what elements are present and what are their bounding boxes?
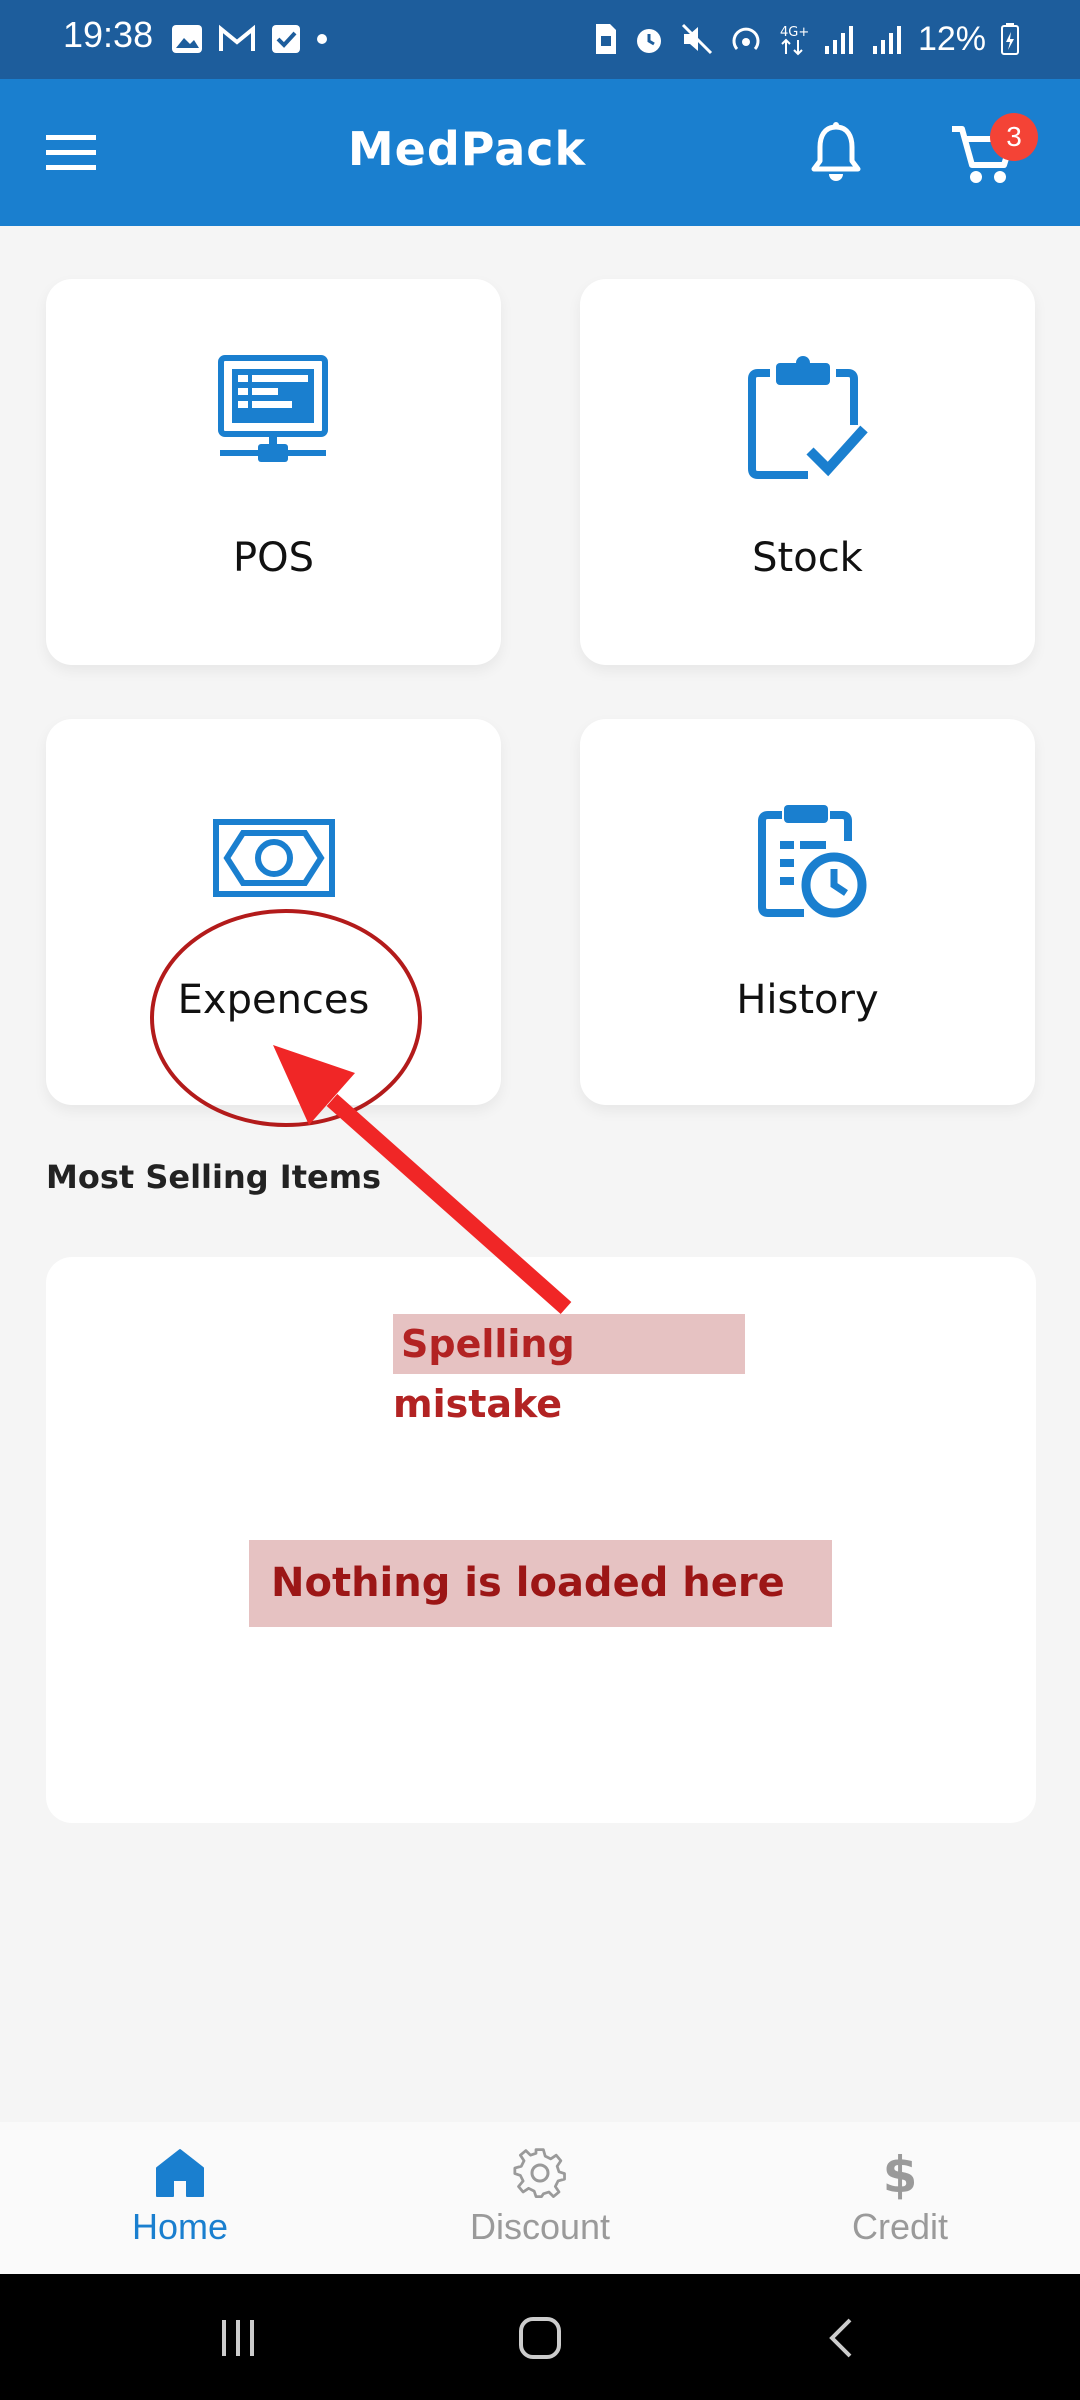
battery-icon <box>1001 23 1019 55</box>
tile-pos-label: POS <box>233 535 314 581</box>
clipboard-clock-icon <box>758 805 867 918</box>
bell-icon[interactable] <box>810 121 862 183</box>
bottom-nav: Home Discount $ Credit <box>0 2122 1080 2274</box>
gmail-icon <box>219 24 255 51</box>
hotspot-icon <box>732 27 760 50</box>
tile-history[interactable]: History <box>580 719 1035 1105</box>
most-selling-title: Most Selling Items <box>46 1158 382 1196</box>
status-right-icons: 4G+ 12% <box>592 18 1020 60</box>
status-left-icons <box>170 18 328 60</box>
battery-percent: 12% <box>917 19 986 58</box>
tile-pos[interactable]: POS <box>46 279 501 665</box>
check-box-icon <box>272 25 300 53</box>
clipboard-check-icon <box>748 356 868 479</box>
tile-expences-label: Expences <box>177 977 370 1023</box>
recent-apps-icon[interactable] <box>216 2316 260 2360</box>
home-icon <box>156 2149 204 2197</box>
nothing-loaded-annotation: Nothing is loaded here <box>249 1540 832 1627</box>
sim-icon <box>595 24 616 54</box>
gallery-icon <box>172 25 202 53</box>
status-time: 19:38 <box>63 14 154 55</box>
dot-icon <box>317 34 327 44</box>
home-button-icon[interactable] <box>518 2316 562 2360</box>
back-icon[interactable] <box>820 2316 864 2360</box>
app-title: MedPack <box>347 122 587 176</box>
nav-discount-label: Discount <box>469 2206 611 2247</box>
system-nav-bar <box>0 2274 1080 2400</box>
nav-home[interactable]: Home <box>0 2122 360 2274</box>
nav-credit[interactable]: $ Credit <box>720 2122 1080 2274</box>
nav-credit-label: Credit <box>851 2206 949 2247</box>
svg-text:$: $ <box>883 2146 918 2200</box>
signal-icon-2 <box>872 26 901 54</box>
tile-stock[interactable]: Stock <box>580 279 1035 665</box>
status-bar: 19:38 4G+ 12% <box>0 0 1080 79</box>
nav-discount[interactable]: Discount <box>360 2122 720 2274</box>
signal-icon <box>824 26 853 54</box>
spelling-mistake-annotation: Spelling mistake <box>393 1314 745 1426</box>
tile-history-label: History <box>736 977 879 1023</box>
data-4g-icon: 4G+ <box>780 25 808 56</box>
gear-icon <box>513 2148 566 2198</box>
tile-stock-label: Stock <box>752 535 863 581</box>
mute-icon <box>681 23 712 55</box>
app-bar: MedPack 3 <box>0 79 1080 226</box>
money-bill-icon <box>213 819 335 897</box>
pos-terminal-icon <box>218 355 328 462</box>
dollar-icon: $ <box>883 2146 918 2200</box>
svg-text:4G+: 4G+ <box>780 25 808 40</box>
alarm-icon <box>636 29 661 53</box>
nav-home-label: Home <box>131 2206 229 2247</box>
tile-expences[interactable]: Expences <box>46 719 501 1105</box>
cart-badge: 3 <box>990 113 1038 161</box>
